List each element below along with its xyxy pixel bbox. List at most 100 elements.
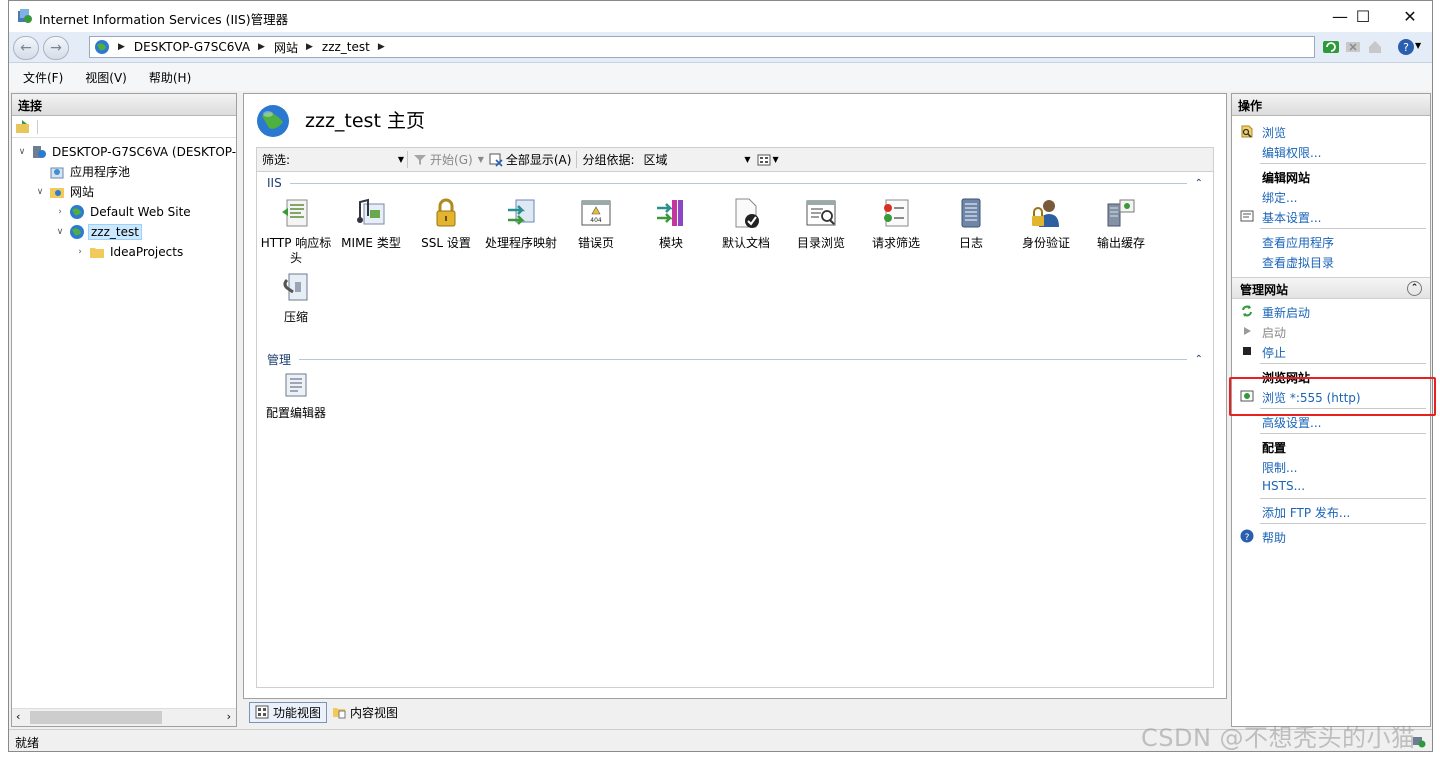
feature-directory-browsing[interactable]: 目录浏览	[784, 196, 858, 251]
collapse-icon[interactable]: ⌃	[1407, 281, 1422, 296]
edit-site-heading: 编辑网站	[1262, 171, 1311, 185]
tab-content-view[interactable]: 内容视图	[327, 702, 403, 723]
breadcrumb-separator: ▶	[377, 42, 385, 52]
back-button[interactable]: ←	[13, 36, 39, 60]
address-breadcrumb[interactable]: ▶ DESKTOP-G7SC6VA ▶ 网站 ▶ zzz_test ▶	[89, 36, 1315, 58]
tab-features-view[interactable]: 功能视图	[249, 701, 328, 723]
feature-request-filtering[interactable]: 请求筛选	[859, 196, 933, 251]
folder-icon	[90, 247, 104, 258]
modules-icon	[657, 200, 683, 226]
tree-node-server[interactable]: ∨ DESKTOP-G7SC6VA (DESKTOP-	[16, 142, 238, 161]
svg-text:?: ?	[1403, 41, 1409, 54]
action-bindings[interactable]: 绑定...	[1262, 189, 1297, 206]
feature-modules[interactable]: 模块	[634, 196, 708, 251]
action-view-applications[interactable]: 查看应用程序	[1262, 234, 1334, 251]
breadcrumb-separator: ▶	[305, 42, 313, 52]
handler-mappings-icon	[508, 199, 535, 225]
feature-compression[interactable]: 压缩	[259, 270, 333, 325]
chevron-right-icon[interactable]: ›	[74, 247, 86, 257]
menu-help[interactable]: 帮助(H)	[149, 69, 191, 86]
group-by-select[interactable]: 区域 ▼	[640, 150, 754, 169]
feature-mime-types[interactable]: MIME 类型	[334, 196, 408, 251]
feature-http-response-headers[interactable]: HTTP 响应标头	[259, 196, 333, 266]
tree-label: 网站	[70, 185, 95, 199]
feature-handler-mappings[interactable]: 处理程序映射	[484, 196, 558, 251]
action-add-ftp[interactable]: 添加 FTP 发布...	[1262, 504, 1350, 521]
group-header-management[interactable]: 管理 ⌃	[267, 352, 1203, 367]
forward-button[interactable]: →	[43, 36, 69, 60]
crumb-server[interactable]: DESKTOP-G7SC6VA	[134, 40, 250, 54]
chevron-down-icon[interactable]: ▼	[773, 155, 779, 164]
horizontal-scrollbar[interactable]: ‹ ›	[12, 708, 236, 726]
connect-icon[interactable]	[15, 119, 31, 135]
tree-node-ideaprojects[interactable]: › IdeaProjects	[74, 242, 185, 261]
feature-error-pages[interactable]: 404 错误页	[559, 196, 633, 251]
connections-panel: 连接 ∨ DESKTOP-G7SC6VA (DESKTOP- 应用程序池 ∨ 网…	[11, 93, 237, 727]
help-icon: ?	[1240, 529, 1254, 543]
group-header-iis[interactable]: IIS ⌃	[267, 176, 1203, 190]
close-button[interactable]: ✕	[1387, 1, 1432, 31]
globe-icon	[95, 40, 109, 54]
action-stop[interactable]: 停止	[1262, 344, 1286, 361]
start-filter-button[interactable]: 开始(G)	[408, 151, 478, 168]
scrollbar-thumb[interactable]	[30, 711, 162, 724]
view-mode-icon[interactable]	[757, 153, 771, 167]
action-limits[interactable]: 限制...	[1262, 459, 1297, 476]
mime-types-icon	[357, 198, 385, 225]
feature-authentication[interactable]: 身份验证	[1009, 196, 1083, 251]
tree-node-app-pools[interactable]: 应用程序池	[34, 162, 132, 181]
chevron-down-icon: ▼	[397, 155, 405, 164]
home-icon[interactable]	[1366, 38, 1384, 56]
menu-file[interactable]: 文件(F)	[23, 69, 63, 86]
action-start[interactable]: 启动	[1262, 324, 1286, 341]
filter-label: 筛选:	[262, 153, 291, 167]
feature-output-caching[interactable]: 输出缓存	[1084, 196, 1158, 251]
collapse-icon[interactable]: ⌃	[1195, 178, 1203, 189]
tree-node-zzz-test[interactable]: ∨ zzz_test	[54, 222, 142, 241]
crumb-sites[interactable]: 网站	[274, 39, 298, 56]
help-icon[interactable]: ?	[1397, 38, 1415, 56]
breadcrumb-separator: ▶	[118, 42, 125, 52]
tree-node-sites[interactable]: ∨ 网站	[34, 182, 96, 201]
menu-view[interactable]: 视图(V)	[85, 69, 127, 86]
background-window-edge	[0, 0, 8, 759]
action-browse[interactable]: 浏览	[1262, 124, 1286, 141]
default-document-icon	[735, 198, 759, 228]
show-all-button[interactable]: 全部显示(A)	[484, 151, 577, 168]
title-bar: Internet Information Services (IIS)管理器 —…	[9, 1, 1432, 32]
chevron-down-icon[interactable]: ∨	[16, 147, 28, 157]
filter-input[interactable]: ▼	[295, 150, 407, 169]
tree-node-default-web-site[interactable]: › Default Web Site	[54, 202, 193, 221]
chevron-down-icon[interactable]: ▼	[1415, 41, 1421, 50]
feature-default-document[interactable]: 默认文档	[709, 196, 783, 251]
scroll-right-icon[interactable]: ›	[227, 710, 231, 723]
chevron-down-icon[interactable]: ∨	[34, 187, 46, 197]
tree-label: zzz_test	[88, 223, 142, 240]
action-basic-settings[interactable]: 基本设置...	[1262, 209, 1321, 226]
action-advanced-settings[interactable]: 高级设置...	[1262, 414, 1321, 431]
action-edit-permissions[interactable]: 编辑权限...	[1262, 144, 1321, 161]
page-title: zzz_test 主页	[305, 110, 425, 132]
collapse-icon[interactable]: ⌃	[1195, 354, 1203, 365]
scroll-left-icon[interactable]: ‹	[16, 710, 20, 723]
feature-logging[interactable]: 日志	[934, 196, 1008, 251]
chevron-down-icon[interactable]: ∨	[54, 227, 66, 237]
manage-site-section[interactable]: 管理网站 ⌃	[1232, 277, 1430, 299]
filter-bar: 筛选: ▼ 开始(G) ▼ 全部显示(A) 分组依据: 区域 ▼ ▼	[256, 147, 1214, 172]
feature-ssl-settings[interactable]: SSL 设置	[409, 196, 483, 251]
ssl-lock-icon	[436, 198, 456, 227]
feature-configuration-editor[interactable]: 配置编辑器	[259, 372, 333, 421]
group-by-value: 区域	[643, 153, 668, 167]
crumb-site[interactable]: zzz_test	[322, 40, 370, 54]
action-view-virtual-dirs[interactable]: 查看虚拟目录	[1262, 254, 1334, 271]
action-help[interactable]: 帮助	[1262, 529, 1286, 546]
stop-icon[interactable]	[1344, 38, 1362, 56]
action-restart[interactable]: 重新启动	[1262, 304, 1310, 321]
chevron-right-icon[interactable]: ›	[54, 207, 66, 217]
authentication-icon	[1032, 200, 1059, 227]
highlight-box	[1229, 377, 1436, 416]
action-hsts[interactable]: HSTS...	[1262, 479, 1305, 493]
maximize-button[interactable]: ☐	[1340, 1, 1386, 31]
refresh-icon[interactable]	[1322, 38, 1340, 56]
restart-icon	[1242, 305, 1252, 317]
